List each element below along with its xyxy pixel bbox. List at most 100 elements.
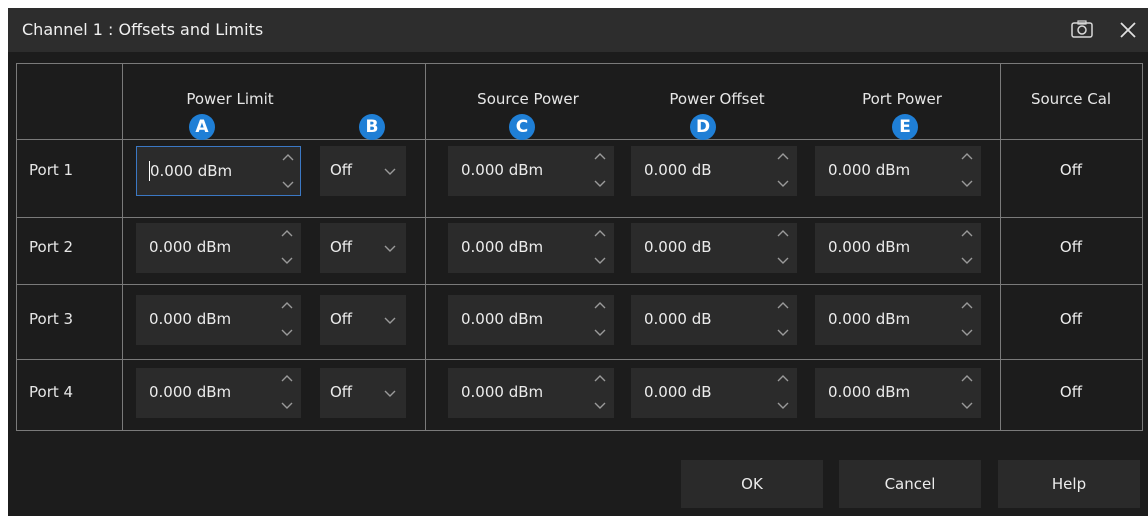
ports-table: Power Limit Source Power Power Offset Po… xyxy=(16,63,1143,431)
limit-state-dropdown[interactable]: Off xyxy=(320,146,406,196)
limit-state-value: Off xyxy=(330,310,353,328)
header-port-power: Port Power xyxy=(862,90,942,108)
power-limit-field[interactable]: 0.000 dBm xyxy=(136,223,301,273)
chevron-down-icon xyxy=(384,168,396,175)
limit-state-dropdown[interactable]: Off xyxy=(320,223,406,273)
close-icon[interactable] xyxy=(1117,19,1139,41)
port-power-field[interactable]: 0.000 dBm xyxy=(815,295,981,345)
spin-up-icon[interactable] xyxy=(594,374,606,382)
power-limit-field[interactable]: 0.000 dBm xyxy=(136,368,301,418)
spin-up-icon[interactable] xyxy=(281,374,293,382)
source-power-field[interactable]: 0.000 dBm xyxy=(448,368,614,418)
limit-state-value: Off xyxy=(330,238,353,256)
source-power-field[interactable]: 0.000 dBm xyxy=(448,146,614,196)
spin-up-icon[interactable] xyxy=(961,301,973,309)
spin-up-icon[interactable] xyxy=(777,374,789,382)
spin-up-icon[interactable] xyxy=(594,152,606,160)
source-cal-value: Off xyxy=(1059,310,1083,328)
spin-down-icon[interactable] xyxy=(961,180,973,188)
source-cal-value: Off xyxy=(1059,383,1083,401)
table-row: Port 4 0.000 dBm Off 0.000 dBm 0.000 dB 0.000… xyxy=(17,368,1142,418)
spin-down-icon[interactable] xyxy=(777,180,789,188)
header-source-power: Source Power xyxy=(477,90,579,108)
ok-button[interactable]: OK xyxy=(681,460,823,508)
port-power-field-value: 0.000 dBm xyxy=(828,310,911,328)
header-power-limit: Power Limit xyxy=(186,90,274,108)
spin-down-icon[interactable] xyxy=(961,257,973,265)
spin-up-icon[interactable] xyxy=(282,153,294,161)
spin-down-icon[interactable] xyxy=(961,402,973,410)
spin-up-icon[interactable] xyxy=(961,229,973,237)
spin-down-icon[interactable] xyxy=(281,329,293,337)
badge-a: A xyxy=(189,114,215,140)
source-power-field[interactable]: 0.000 dBm xyxy=(448,295,614,345)
spin-down-icon[interactable] xyxy=(594,180,606,188)
spin-down-icon[interactable] xyxy=(281,402,293,410)
power-limit-field-value: 0.000 dBm xyxy=(149,238,232,256)
power-offset-field-value: 0.000 dB xyxy=(644,383,712,401)
port-power-field-value: 0.000 dBm xyxy=(828,238,911,256)
power-offset-field[interactable]: 0.000 dB xyxy=(631,223,797,273)
table-row: Port 1 0.000 dBm Off 0.000 dBm 0.000 dB 0.000… xyxy=(17,146,1142,196)
power-limit-field[interactable]: 0.000 dBm xyxy=(136,146,301,196)
badge-d: D xyxy=(690,114,716,140)
power-offset-field[interactable]: 0.000 dB xyxy=(631,146,797,196)
source-cal-value: Off xyxy=(1059,161,1083,179)
offsets-limits-dialog: Channel 1 : Offsets and Limits Power Lim… xyxy=(8,8,1148,516)
limit-state-dropdown[interactable]: Off xyxy=(320,295,406,345)
chevron-down-icon xyxy=(384,245,396,252)
help-button[interactable]: Help xyxy=(998,460,1140,508)
spin-up-icon[interactable] xyxy=(594,229,606,237)
port-power-field[interactable]: 0.000 dBm xyxy=(815,368,981,418)
spin-up-icon[interactable] xyxy=(777,152,789,160)
limit-state-dropdown[interactable]: Off xyxy=(320,368,406,418)
spin-down-icon[interactable] xyxy=(594,329,606,337)
table-row: Port 3 0.000 dBm Off 0.000 dBm 0.000 dB 0.000… xyxy=(17,295,1142,345)
power-limit-field-value: 0.000 dBm xyxy=(150,162,233,180)
cancel-button[interactable]: Cancel xyxy=(839,460,981,508)
camera-icon[interactable] xyxy=(1071,20,1093,38)
spin-down-icon[interactable] xyxy=(281,257,293,265)
spin-down-icon[interactable] xyxy=(777,257,789,265)
spin-down-icon[interactable] xyxy=(961,329,973,337)
port-label: Port 3 xyxy=(29,310,74,328)
spin-up-icon[interactable] xyxy=(961,374,973,382)
port-label: Port 1 xyxy=(29,161,74,179)
spin-up-icon[interactable] xyxy=(961,152,973,160)
spin-down-icon[interactable] xyxy=(282,181,294,189)
chevron-down-icon xyxy=(384,390,396,397)
title-bar: Channel 1 : Offsets and Limits xyxy=(8,8,1148,52)
spin-up-icon[interactable] xyxy=(594,301,606,309)
spin-up-icon[interactable] xyxy=(281,229,293,237)
spin-up-icon[interactable] xyxy=(777,229,789,237)
power-offset-field-value: 0.000 dB xyxy=(644,238,712,256)
spin-down-icon[interactable] xyxy=(777,402,789,410)
port-power-field[interactable]: 0.000 dBm xyxy=(815,146,981,196)
power-offset-field[interactable]: 0.000 dB xyxy=(631,295,797,345)
badge-b: B xyxy=(359,114,385,140)
power-limit-field[interactable]: 0.000 dBm xyxy=(136,295,301,345)
spin-down-icon[interactable] xyxy=(594,402,606,410)
badge-c: C xyxy=(509,114,535,140)
power-offset-field[interactable]: 0.000 dB xyxy=(631,368,797,418)
spin-down-icon[interactable] xyxy=(777,329,789,337)
limit-state-value: Off xyxy=(330,383,353,401)
spin-up-icon[interactable] xyxy=(281,301,293,309)
source-power-field-value: 0.000 dBm xyxy=(461,161,544,179)
power-offset-field-value: 0.000 dB xyxy=(644,310,712,328)
limit-state-value: Off xyxy=(330,161,353,179)
port-power-field[interactable]: 0.000 dBm xyxy=(815,223,981,273)
port-label: Port 2 xyxy=(29,238,74,256)
table-row: Port 2 0.000 dBm Off 0.000 dBm 0.000 dB 0.000… xyxy=(17,223,1142,273)
source-power-field-value: 0.000 dBm xyxy=(461,238,544,256)
header-source-cal: Source Cal xyxy=(1030,90,1112,108)
power-limit-field-value: 0.000 dBm xyxy=(149,383,232,401)
power-limit-field-value: 0.000 dBm xyxy=(149,310,232,328)
source-power-field[interactable]: 0.000 dBm xyxy=(448,223,614,273)
port-power-field-value: 0.000 dBm xyxy=(828,161,911,179)
spin-up-icon[interactable] xyxy=(777,301,789,309)
spin-down-icon[interactable] xyxy=(594,257,606,265)
source-cal-value: Off xyxy=(1059,238,1083,256)
port-label: Port 4 xyxy=(29,383,74,401)
badge-e: E xyxy=(892,114,918,140)
